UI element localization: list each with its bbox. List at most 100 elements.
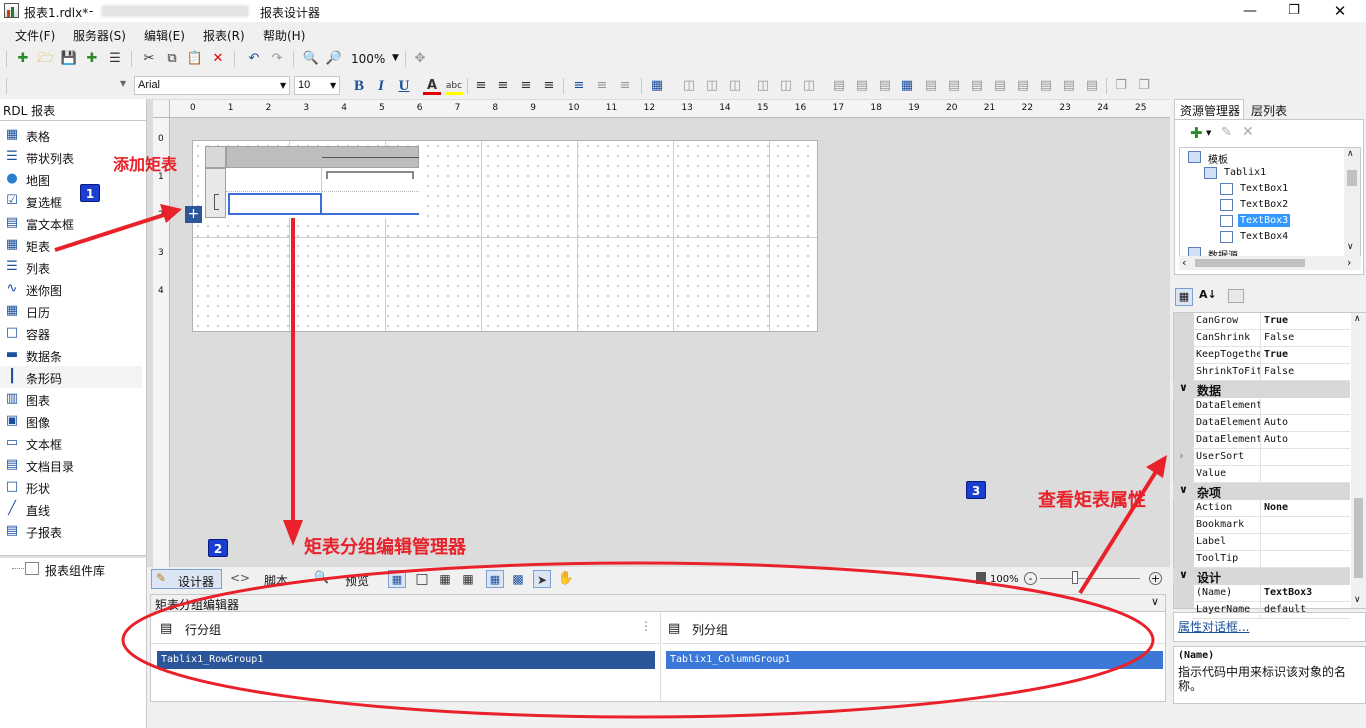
menu-edit[interactable]: 编辑(E) [144, 27, 185, 44]
align-lefts-icon[interactable]: ◫ [680, 77, 698, 95]
collapse-chevron-icon[interactable]: ∨ [1151, 595, 1159, 608]
italic-icon[interactable]: I [372, 77, 390, 95]
property-row[interactable]: DataElementOutput Auto [1192, 415, 1350, 432]
underline-icon[interactable]: U [395, 77, 413, 95]
add-icon[interactable]: ✚ [1190, 124, 1203, 142]
menu-help[interactable]: 帮助(H) [263, 27, 305, 44]
scroll-up-icon[interactable]: ∧ [1347, 149, 1354, 159]
add-row-button[interactable]: + [185, 206, 202, 223]
scroll-left-icon[interactable]: ‹ [1182, 256, 1186, 269]
bring-to-front-icon[interactable]: ❐ [1112, 77, 1130, 95]
edit-icon[interactable]: ✎ [1221, 125, 1232, 140]
property-row[interactable]: ShrinkToFit False [1192, 364, 1350, 381]
h-spacing-remove-icon[interactable]: ▤ [991, 77, 1009, 95]
alphabetical-icon[interactable]: A↓ [1199, 288, 1217, 301]
zoom-out-button[interactable]: - [1024, 572, 1037, 585]
v-spacing-equal-icon[interactable]: ▤ [1014, 77, 1032, 95]
snap-lines-icon[interactable]: ▦ [486, 570, 504, 588]
v-spacing-decrease-icon[interactable]: ▤ [1060, 77, 1078, 95]
property-pages-icon[interactable] [1228, 289, 1244, 303]
property-scroll-thumb[interactable] [1354, 498, 1363, 578]
property-row[interactable]: KeepTogether True [1192, 347, 1350, 364]
h-spacing-equal-icon[interactable]: ▤ [922, 77, 940, 95]
h-spacing-decrease-icon[interactable]: ▤ [968, 77, 986, 95]
toolbox-item[interactable]: ▥ 图表 [0, 388, 142, 410]
property-value[interactable]: False [1264, 366, 1294, 377]
pointer-icon[interactable]: ➤ [533, 570, 551, 588]
toolbox-item[interactable]: ▣ 图像 [0, 410, 142, 432]
property-value[interactable]: Auto [1264, 434, 1288, 445]
matrix-corner-handle[interactable] [205, 146, 226, 168]
toolbox-item[interactable]: ☑ 复选框 [0, 190, 142, 212]
add-item-icon[interactable]: ✚ [83, 50, 101, 68]
align-bottoms-icon[interactable]: ◫ [800, 77, 818, 95]
toolbox-item[interactable]: ▤ 富文本框 [0, 212, 142, 234]
copy-icon[interactable]: ⧉ [163, 50, 181, 68]
select-area-icon[interactable]: ▩ [509, 570, 527, 588]
font-name-select[interactable]: Arial ▼ [134, 76, 290, 95]
property-value[interactable]: True [1264, 349, 1288, 360]
property-row[interactable]: CanShrink False [1192, 330, 1350, 347]
property-category[interactable]: ∨ 杂项 [1173, 483, 1350, 500]
property-value[interactable]: default [1264, 604, 1306, 615]
property-row[interactable]: DataElementStyle Auto [1192, 432, 1350, 449]
collapse-chevron-icon[interactable]: ∨ [1179, 568, 1188, 581]
undo-icon[interactable]: ↶ [245, 50, 263, 68]
open-folder-icon[interactable]: 🗁 [37, 50, 55, 68]
align-rights-icon[interactable]: ◫ [726, 77, 744, 95]
property-row[interactable]: DataElementName [1192, 398, 1350, 415]
outdent-icon[interactable]: ≡ [616, 77, 634, 95]
matrix-corner-cell[interactable] [226, 168, 322, 192]
h-spacing-increase-icon[interactable]: ▤ [945, 77, 963, 95]
matrix-column-header-cell[interactable] [322, 168, 419, 192]
v-spacing-remove-icon[interactable]: ▤ [1083, 77, 1101, 95]
collapse-chevron-icon[interactable]: ∨ [1179, 381, 1188, 394]
same-width-icon[interactable]: ▤ [830, 77, 848, 95]
toolbox-item[interactable]: ▬ 数据条 [0, 344, 142, 366]
row-group-options-icon[interactable]: ⋮ [640, 619, 652, 633]
toolbox-item[interactable]: ☰ 列表 [0, 256, 142, 278]
remove-item-icon[interactable]: ☰ [106, 50, 124, 68]
toolbox-item[interactable]: ▤ 子报表 [0, 520, 142, 542]
scroll-right-icon[interactable]: › [1347, 256, 1351, 269]
toolbox-item[interactable]: □ 容器 [0, 322, 142, 344]
paste-icon[interactable]: 📋 [186, 50, 204, 68]
row-group-item[interactable]: Tablix1_RowGroup1 [157, 651, 655, 669]
indent-icon[interactable]: ≡ [593, 77, 611, 95]
tab-designer[interactable]: ✎ 设计器 [151, 569, 222, 589]
toolbox-item[interactable]: ▦ 矩表 [0, 234, 142, 256]
tree-horizontal-scrollbar[interactable]: ‹ › [1179, 256, 1361, 270]
zoom-slider[interactable] [1040, 578, 1140, 579]
property-value[interactable]: Auto [1264, 417, 1288, 428]
dimension-lines-icon[interactable]: ▦ [388, 570, 406, 588]
cut-icon[interactable]: ✂ [140, 50, 158, 68]
chevron-down-icon[interactable]: ▼ [392, 53, 399, 63]
tree-scroll-thumb[interactable] [1347, 170, 1357, 186]
matrix-data-cell[interactable] [322, 193, 419, 215]
redo-icon[interactable]: ↷ [268, 50, 286, 68]
toolbox-item[interactable]: ∿ 迷你图 [0, 278, 142, 300]
align-middles-icon[interactable]: ◫ [777, 77, 795, 95]
delete-icon[interactable]: ✕ [1242, 124, 1254, 140]
highlight-icon[interactable]: abc [445, 77, 463, 95]
save-icon[interactable]: 💾 [60, 50, 78, 68]
size-to-grid-icon[interactable]: ▦ [898, 77, 916, 95]
menu-report[interactable]: 报表(R) [203, 27, 245, 44]
snap-grid-icon[interactable]: ▦ [459, 570, 477, 588]
property-value[interactable]: False [1264, 332, 1294, 343]
tree-vertical-scrollbar[interactable]: ∧ ∨ [1344, 148, 1360, 256]
toolbox-item[interactable]: ▤ 文档目录 [0, 454, 142, 476]
align-right-icon[interactable]: ≡ [517, 77, 535, 95]
bullet-list-icon[interactable]: ≡ [570, 77, 588, 95]
font-color-icon[interactable]: A [423, 77, 441, 95]
property-row[interactable]: LayerName default [1192, 602, 1350, 619]
align-center-icon[interactable]: ≡ [494, 77, 512, 95]
tab-preview[interactable]: 预览 [345, 572, 369, 589]
restore-button[interactable]: ❐ [1284, 2, 1304, 20]
font-size-select[interactable]: 10 ▼ [294, 76, 340, 95]
hand-icon[interactable]: ✋ [557, 570, 575, 588]
show-grid-icon[interactable]: ▦ [436, 570, 454, 588]
toolbox-item[interactable]: ▦ 表格 [0, 124, 142, 146]
toolbox-item[interactable]: ▦ 日历 [0, 300, 142, 322]
property-value[interactable]: True [1264, 315, 1288, 326]
